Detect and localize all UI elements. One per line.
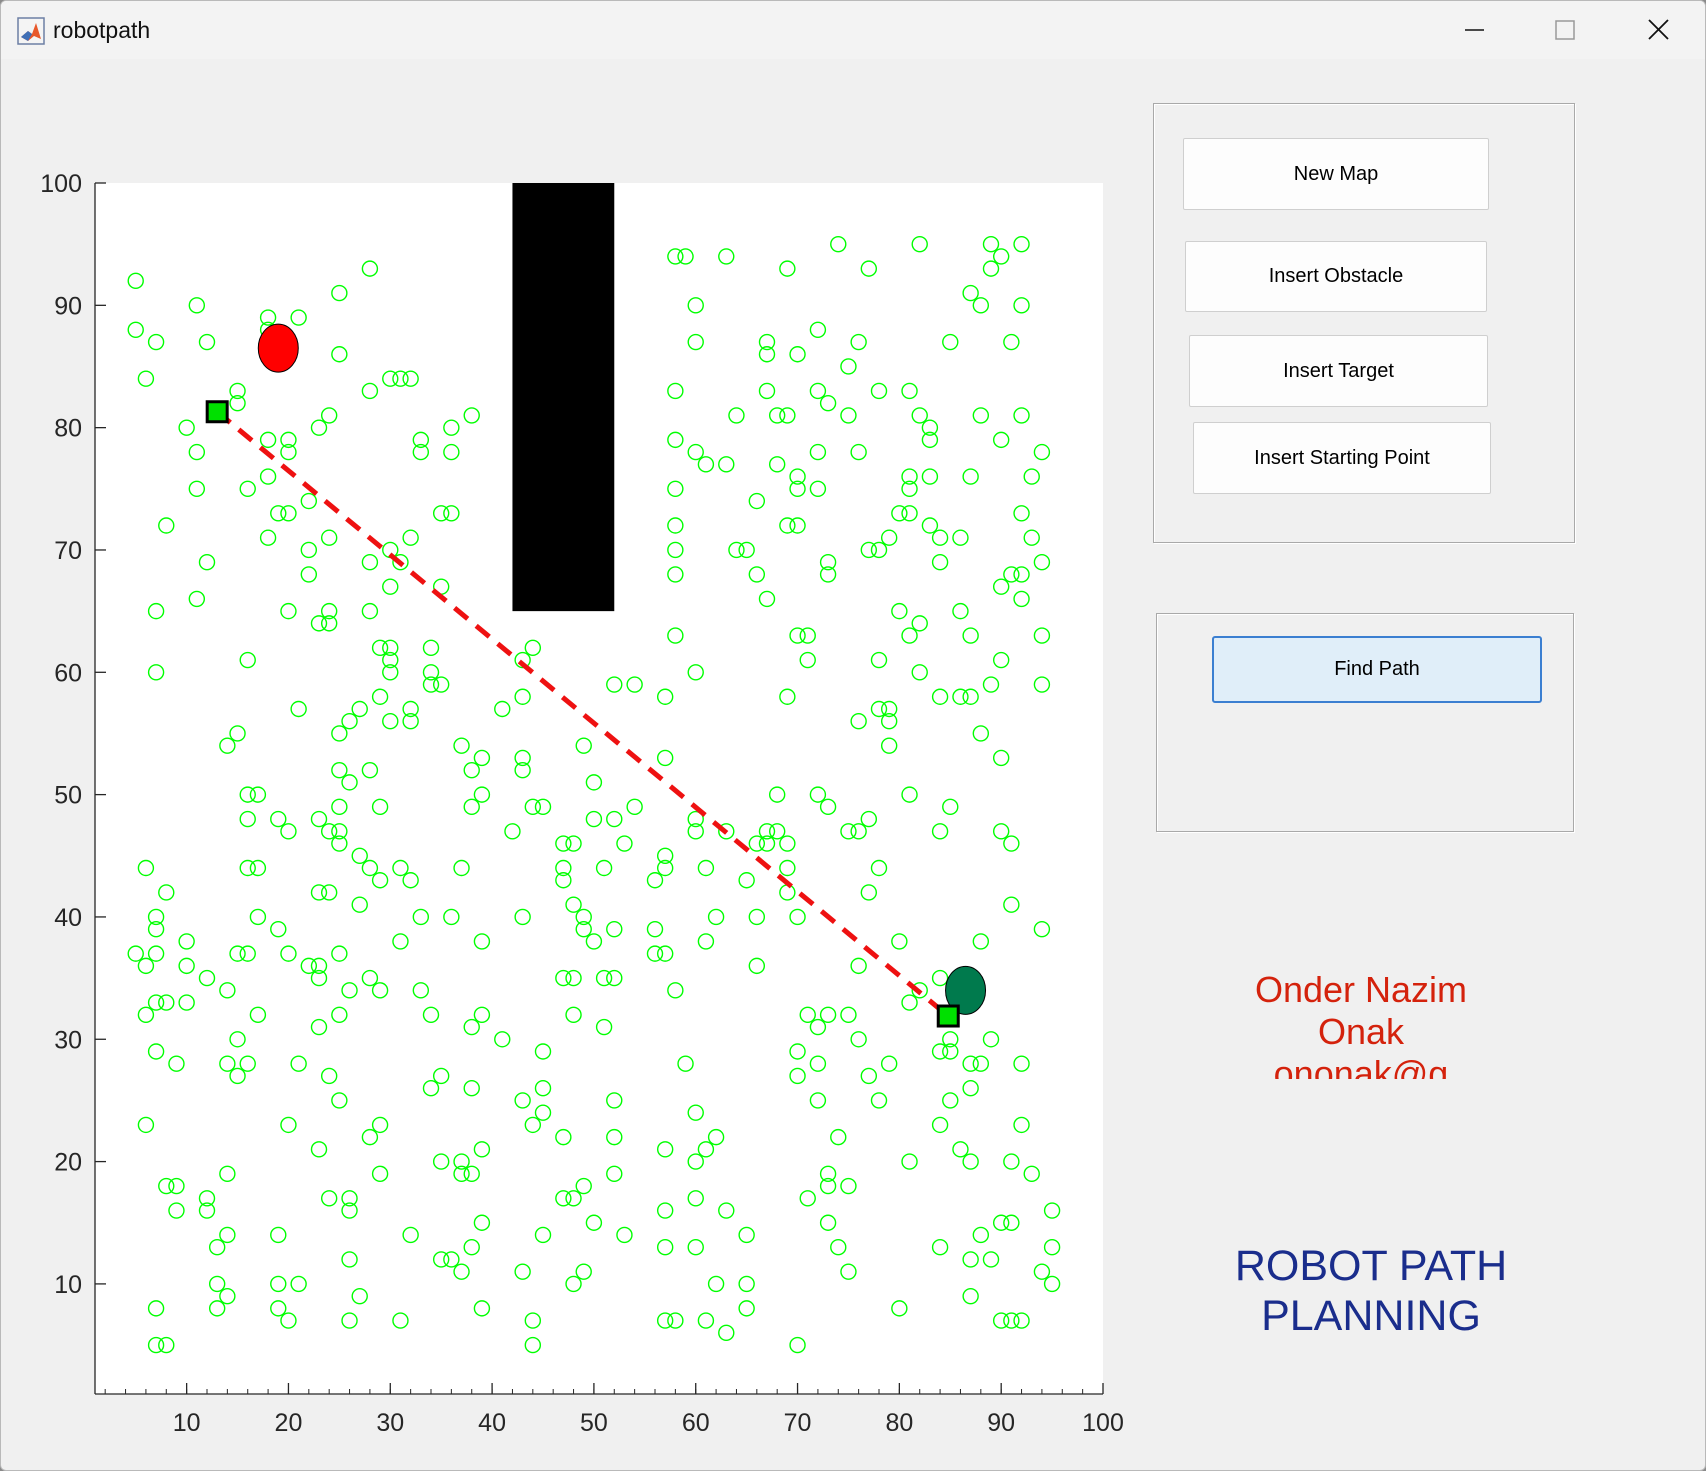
close-button[interactable] [1613,1,1703,59]
app-title-line-1: ROBOT PATH [1234,1242,1508,1290]
robot-map-axes[interactable]: 10 20 30 40 50 60 70 80 90 100 10 20 30 40 50 60 70 80 90 1… [21,161,1131,1436]
path-end-node [936,1004,960,1028]
x-tick-label: 10 [173,1409,201,1436]
x-tick-label: 70 [784,1409,812,1436]
y-tick-label: 40 [54,904,82,932]
new-map-button[interactable]: New Map [1183,138,1489,210]
y-tick-label: 10 [54,1271,82,1299]
x-tick-label: 40 [478,1409,506,1436]
x-tick-label: 30 [376,1409,404,1436]
y-tick-label: 90 [54,292,82,320]
y-tick-label: 60 [54,659,82,687]
author-label: Onder Nazim Onak ononak@g [1191,969,1531,1079]
insert-target-button[interactable]: Insert Target [1189,335,1488,407]
maximize-icon [1555,20,1575,40]
x-tick-label: 80 [885,1409,913,1436]
minimize-button[interactable] [1429,1,1519,59]
y-tick-label: 80 [54,415,82,443]
title-bar[interactable]: robotpath [1,1,1705,59]
target-marker [257,323,299,373]
close-icon [1648,19,1669,40]
matlab-icon [17,17,45,45]
author-line-2: Onak [1317,1011,1405,1052]
find-path-button[interactable]: Find Path [1212,636,1542,703]
x-tick-label: 20 [275,1409,303,1436]
y-tick-label: 20 [54,1149,82,1177]
x-tick-label: 100 [1082,1409,1124,1436]
window-title: robotpath [53,17,151,43]
insert-starting-point-button[interactable]: Insert Starting Point [1193,422,1491,494]
y-tick-label: 100 [40,170,82,198]
y-tick-label: 70 [54,537,82,565]
x-tick-label: 50 [580,1409,608,1436]
insert-obstacle-button[interactable]: Insert Obstacle [1185,241,1487,312]
app-window: robotpath 10 20 30 40 50 60 70 80 90 100 10 20 30 40 5… [0,0,1706,1471]
minimize-icon [1465,29,1484,31]
maximize-button[interactable] [1519,1,1609,59]
app-title: ROBOT PATH PLANNING [1181,1241,1561,1341]
app-title-line-2: PLANNING [1261,1292,1481,1340]
author-line-3: ononak@g [1273,1053,1449,1079]
x-tick-label: 90 [987,1409,1015,1436]
author-line-1: Onder Nazim [1254,969,1468,1010]
y-tick-label: 50 [54,782,82,810]
y-tick-label: 30 [54,1026,82,1054]
obstacle-block [512,183,615,612]
x-tick-label: 60 [682,1409,710,1436]
path-start-node [205,400,229,424]
